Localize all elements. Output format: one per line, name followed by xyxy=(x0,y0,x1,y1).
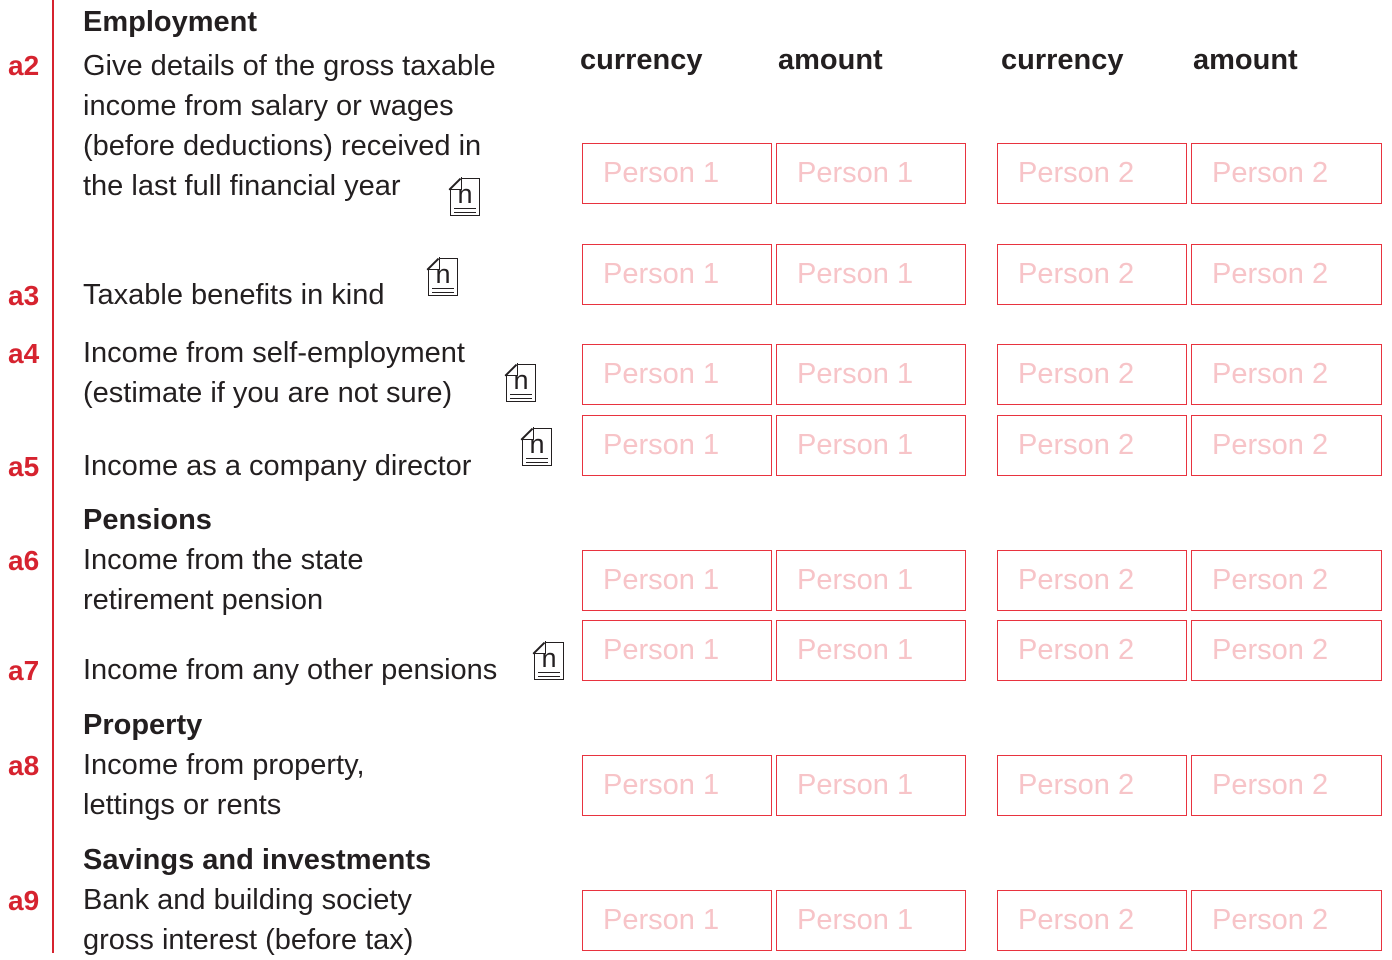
a7-person2-amount-input[interactable] xyxy=(1191,620,1382,681)
margin-rule xyxy=(52,0,54,953)
question-line: Income from property, xyxy=(83,749,365,781)
a6-person1-currency-input[interactable] xyxy=(582,550,772,611)
question-line: income from salary or wages xyxy=(83,90,454,122)
question-line: Taxable benefits in kind xyxy=(83,279,385,311)
a9-person1-currency-input[interactable] xyxy=(582,890,772,951)
guidance-note-icon[interactable]: n xyxy=(533,641,564,680)
guidance-note-icon[interactable]: n xyxy=(521,427,552,466)
column-header-person2-amount: amount xyxy=(1193,44,1298,76)
question-line: retirement pension xyxy=(83,584,324,616)
question-text-a6: Income from the state retirement pension xyxy=(83,540,363,620)
question-line: lettings or rents xyxy=(83,789,282,821)
guidance-note-icon[interactable]: n xyxy=(449,177,480,216)
a8-person2-amount-input[interactable] xyxy=(1191,755,1382,816)
a3-person1-amount-input[interactable] xyxy=(776,244,966,305)
a7-person1-currency-input[interactable] xyxy=(582,620,772,681)
column-header-person1-currency: currency xyxy=(580,44,703,76)
a2-person2-amount-input[interactable] xyxy=(1191,143,1382,204)
guidance-note-icon[interactable]: n xyxy=(505,363,536,402)
a5-person2-currency-input[interactable] xyxy=(997,415,1187,476)
question-line: Income as a company director xyxy=(83,450,472,482)
a5-person1-currency-input[interactable] xyxy=(582,415,772,476)
a4-person1-amount-input[interactable] xyxy=(776,344,966,405)
question-line: (before deductions) received in xyxy=(83,130,482,162)
a3-person2-currency-input[interactable] xyxy=(997,244,1187,305)
a5-person1-amount-input[interactable] xyxy=(776,415,966,476)
a8-person1-currency-input[interactable] xyxy=(582,755,772,816)
question-line: Income from any other pensions xyxy=(83,654,498,686)
question-code-a2: a2 xyxy=(8,50,40,81)
section-heading-pensions: Pensions xyxy=(83,504,212,536)
a9-person2-currency-input[interactable] xyxy=(997,890,1187,951)
question-code-a7: a7 xyxy=(8,655,40,686)
question-code-a5: a5 xyxy=(8,451,40,482)
a4-person1-currency-input[interactable] xyxy=(582,344,772,405)
question-text-a5: Income as a company director xyxy=(83,446,471,486)
a8-person2-currency-input[interactable] xyxy=(997,755,1187,816)
question-line: gross interest (before tax) xyxy=(83,924,414,956)
a2-person1-currency-input[interactable] xyxy=(582,143,772,204)
a7-person1-amount-input[interactable] xyxy=(776,620,966,681)
a9-person1-amount-input[interactable] xyxy=(776,890,966,951)
question-code-a3: a3 xyxy=(8,280,40,311)
column-header-person2-currency: currency xyxy=(1001,44,1124,76)
a4-person2-currency-input[interactable] xyxy=(997,344,1187,405)
question-line: Give details of the gross taxable xyxy=(83,50,496,82)
a8-person1-amount-input[interactable] xyxy=(776,755,966,816)
a6-person2-currency-input[interactable] xyxy=(997,550,1187,611)
question-code-a6: a6 xyxy=(8,545,40,576)
a7-person2-currency-input[interactable] xyxy=(997,620,1187,681)
a6-person1-amount-input[interactable] xyxy=(776,550,966,611)
a3-person1-currency-input[interactable] xyxy=(582,244,772,305)
a6-person2-amount-input[interactable] xyxy=(1191,550,1382,611)
column-header-person1-amount: amount xyxy=(778,44,883,76)
question-text-a8: Income from property, lettings or rents xyxy=(83,745,365,825)
question-code-a9: a9 xyxy=(8,885,40,916)
section-heading-employment: Employment xyxy=(83,6,258,38)
a4-person2-amount-input[interactable] xyxy=(1191,344,1382,405)
a2-person2-currency-input[interactable] xyxy=(997,143,1187,204)
a5-person2-amount-input[interactable] xyxy=(1191,415,1382,476)
question-code-a4: a4 xyxy=(8,338,40,369)
question-text-a3: Taxable benefits in kind xyxy=(83,275,384,315)
question-line: Bank and building society xyxy=(83,884,412,916)
question-text-a2: Give details of the gross taxable income… xyxy=(83,46,496,206)
section-heading-savings: Savings and investments xyxy=(83,844,432,876)
a9-person2-amount-input[interactable] xyxy=(1191,890,1382,951)
guidance-note-icon[interactable]: n xyxy=(427,257,458,296)
a3-person2-amount-input[interactable] xyxy=(1191,244,1382,305)
question-text-a9: Bank and building society gross interest… xyxy=(83,880,413,960)
question-text-a7: Income from any other pensions xyxy=(83,650,497,690)
question-line: (estimate if you are not sure) xyxy=(83,377,453,409)
question-line: Income from the state xyxy=(83,544,364,576)
question-code-a8: a8 xyxy=(8,750,40,781)
question-line: Income from self-employment xyxy=(83,337,465,369)
a2-person1-amount-input[interactable] xyxy=(776,143,966,204)
section-heading-property: Property xyxy=(83,709,203,741)
question-line: the last full financial year xyxy=(83,170,401,202)
question-text-a4: Income from self-employment (estimate if… xyxy=(83,333,465,413)
